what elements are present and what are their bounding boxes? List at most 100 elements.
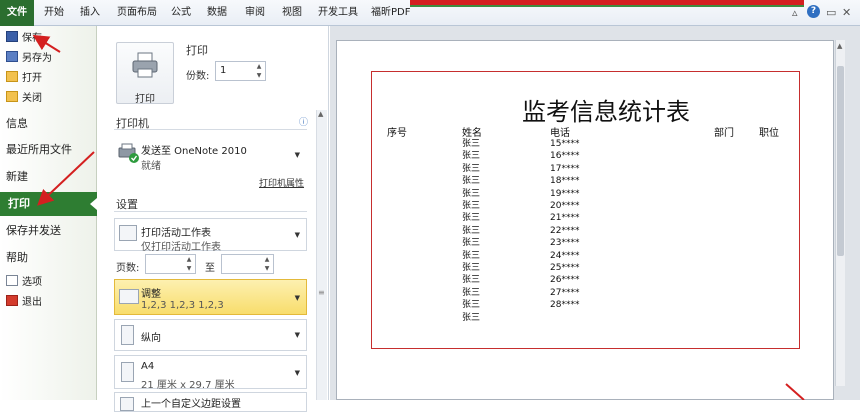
tab-formulas[interactable]: 公式 xyxy=(171,0,191,26)
tab-foxit-pdf[interactable]: 福昕PDF xyxy=(371,0,410,26)
menu-save-and-send[interactable]: 保存并发送 xyxy=(6,220,61,242)
phone-cell: 23**** xyxy=(550,238,580,249)
decrement-icon[interactable]: ▼ xyxy=(255,72,263,80)
printer-dropdown[interactable]: 发送至 OneNote 2010 就绪 ▼ xyxy=(114,136,307,172)
phone-cell: 22**** xyxy=(550,225,580,236)
print-preview: 监考信息统计表 序号 姓名 电话 部门 职位 张三 张三 张三 张三 张三 张三 张三 张三张… xyxy=(330,26,860,400)
menu-save[interactable]: 保存 xyxy=(6,30,42,48)
scroll-up-icon[interactable]: ▲ xyxy=(837,42,842,50)
name-cell: 张三 xyxy=(462,238,481,249)
phone-cell: 25**** xyxy=(550,263,580,273)
menu-help[interactable]: 帮助 xyxy=(6,247,28,269)
tab-developer[interactable]: 开发工具 xyxy=(318,0,358,26)
minimize-ribbon-icon[interactable]: ▵ xyxy=(792,6,798,19)
pages-to-label: 至 xyxy=(205,263,215,274)
paper-size-dropdown[interactable]: A4 21 厘米 x 29.7 厘米 ▼ xyxy=(114,355,307,391)
chevron-down-icon: ▼ xyxy=(294,231,300,239)
phone-cell: 18**** xyxy=(550,176,580,187)
exit-icon xyxy=(6,295,18,306)
header-index: 序号 xyxy=(387,128,407,139)
scroll-grip-icon[interactable]: ≡ xyxy=(318,288,325,297)
phone-cell: 16**** xyxy=(550,151,580,162)
folder-open-icon xyxy=(6,71,18,82)
print-header: 打印 xyxy=(186,44,208,57)
divider xyxy=(114,129,307,130)
name-cell: 张三 xyxy=(462,263,481,273)
name-cell: 张三 xyxy=(462,225,481,236)
phone-cell: 26**** xyxy=(550,275,580,286)
increment-icon[interactable]: ▲ xyxy=(255,63,263,71)
copies-stepper[interactable]: 1 ▲ ▼ xyxy=(215,61,266,81)
tab-review[interactable]: 审阅 xyxy=(245,0,265,26)
name-cell: 张三 xyxy=(462,250,481,261)
orientation-dropdown[interactable]: 纵向 ▼ xyxy=(114,319,307,351)
save-icon xyxy=(6,31,18,42)
menu-print[interactable]: 打印 xyxy=(0,192,97,216)
scroll-thumb[interactable] xyxy=(837,66,844,256)
tab-file[interactable]: 文件 xyxy=(0,0,34,26)
decrement-icon[interactable]: ▼ xyxy=(185,265,193,273)
save-as-icon xyxy=(6,51,18,62)
panel-scrollbar[interactable]: ▲ ≡ xyxy=(316,110,327,400)
name-cell: 张三 xyxy=(462,151,481,162)
help-icon[interactable]: ? xyxy=(807,5,820,18)
tab-view[interactable]: 视图 xyxy=(282,0,302,26)
printer-properties-link[interactable]: 打印机属性 xyxy=(259,176,304,189)
increment-icon[interactable]: ▲ xyxy=(263,256,271,264)
phone-cell: 15**** xyxy=(550,139,580,149)
print-what-dropdown[interactable]: 打印活动工作表 仅打印活动工作表 ▼ xyxy=(114,218,307,253)
margins-dropdown[interactable]: 上一个自定义边距设置 xyxy=(114,392,307,412)
print-button[interactable]: 打印 xyxy=(116,42,174,105)
settings-section-title: 设置 xyxy=(116,198,138,211)
chevron-down-icon: ▼ xyxy=(294,369,300,377)
phone-cell: 20**** xyxy=(550,201,580,211)
header-department: 部门 xyxy=(714,128,734,139)
scroll-up-icon[interactable]: ▲ xyxy=(318,110,323,118)
copies-label: 份数: xyxy=(186,71,210,82)
menu-close[interactable]: 关闭 xyxy=(6,90,42,108)
info-icon[interactable]: ⓘ xyxy=(299,115,308,128)
increment-icon[interactable]: ▲ xyxy=(185,256,193,264)
menu-info[interactable]: 信息 xyxy=(6,113,28,135)
tab-page-layout[interactable]: 页面布局 xyxy=(117,0,157,26)
collate-dropdown[interactable]: 调整 1,2,3 1,2,3 1,2,3 ▼ xyxy=(114,279,307,315)
menu-recent[interactable]: 最近所用文件 xyxy=(6,139,72,161)
preview-page: 监考信息统计表 序号 姓名 电话 部门 职位 张三 张三 张三 张三 张三 张三 张三 张三张… xyxy=(336,40,834,400)
pages-to-stepper[interactable]: ▲ ▼ xyxy=(221,254,274,274)
name-cell: 张三 xyxy=(462,312,481,323)
menu-open[interactable]: 打开 xyxy=(6,70,42,88)
decrement-icon[interactable]: ▼ xyxy=(263,265,271,273)
portrait-icon xyxy=(121,325,134,345)
phone-cell: 19**** xyxy=(550,188,580,199)
backstage-menu: 保存 另存为 打开 关闭 信息 最近所用文件 新建 打印 保存并发送 帮助 选项… xyxy=(0,26,97,400)
header-name: 姓名 xyxy=(462,128,482,139)
name-cell: 张三 xyxy=(462,139,481,149)
ribbon: 文件 开始 插入 页面布局 公式 数据 审阅 视图 开发工具 福昕PDF ▵ ?… xyxy=(0,0,860,26)
name-cell: 张三 xyxy=(462,176,481,187)
folder-close-icon xyxy=(6,91,18,102)
menu-save-as[interactable]: 另存为 xyxy=(6,50,52,68)
header-position: 职位 xyxy=(759,128,779,139)
tab-insert[interactable]: 插入 xyxy=(80,0,100,26)
tab-home[interactable]: 开始 xyxy=(44,0,64,26)
chevron-down-icon: ▼ xyxy=(294,151,300,159)
name-cell: 张三 xyxy=(462,300,481,311)
header-phone: 电话 xyxy=(550,128,570,139)
divider xyxy=(114,211,307,212)
phone-cell: 17**** xyxy=(550,163,580,174)
window-restore-icon[interactable]: ▭ xyxy=(826,6,836,19)
chevron-down-icon: ▼ xyxy=(294,294,300,302)
close-icon[interactable]: ✕ xyxy=(842,6,851,19)
menu-new[interactable]: 新建 xyxy=(6,166,28,188)
tab-data[interactable]: 数据 xyxy=(207,0,227,26)
name-cell: 张三 xyxy=(462,213,481,224)
options-icon xyxy=(6,275,18,286)
print-settings-panel: 打印 打印 份数: 1 ▲ ▼ 打印机 ⓘ 发送至 OneNote 2010 就… xyxy=(97,26,329,412)
pages-from-stepper[interactable]: ▲ ▼ xyxy=(145,254,196,274)
margins-icon xyxy=(120,397,134,411)
preview-scrollbar[interactable]: ▲ xyxy=(835,40,845,386)
menu-exit[interactable]: 退出 xyxy=(6,294,42,312)
name-cell: 张三 xyxy=(462,287,481,298)
menu-options[interactable]: 选项 xyxy=(6,274,42,292)
collate-icon xyxy=(119,289,139,304)
